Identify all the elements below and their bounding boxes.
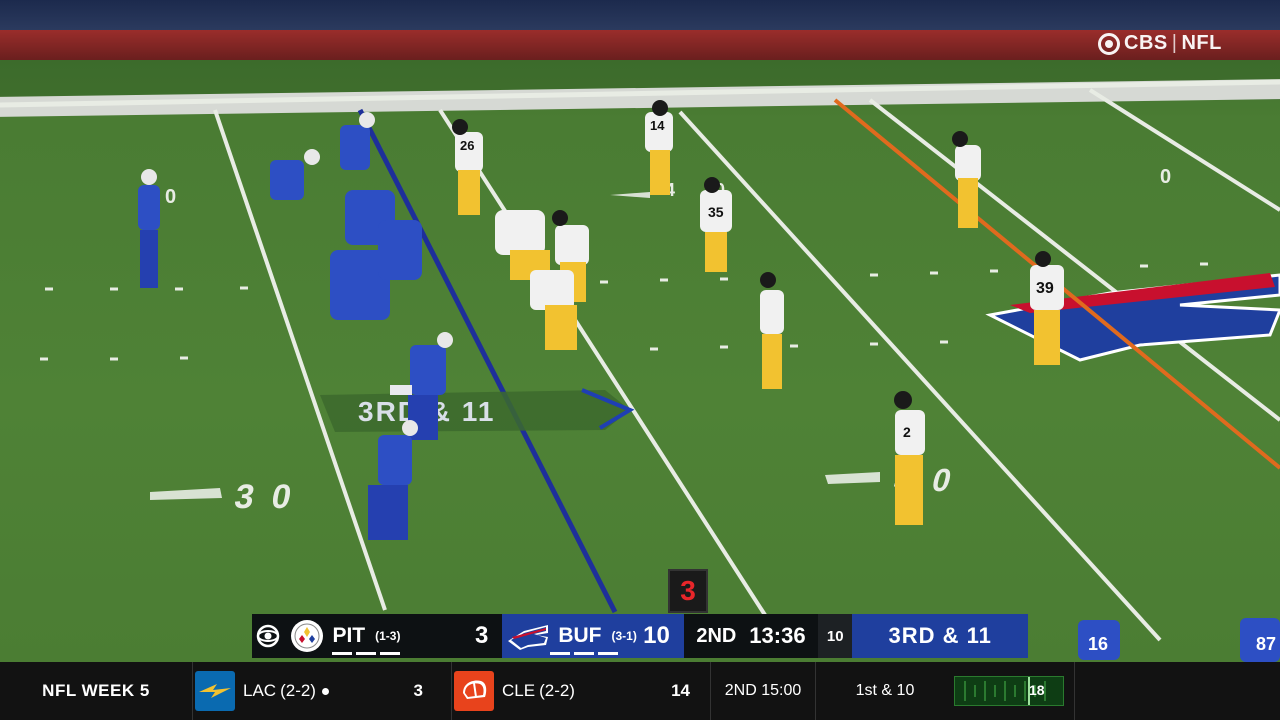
play-clock: 10: [818, 614, 853, 658]
home-team-score: 10: [643, 622, 670, 649]
ticker-away-record: (2-2): [280, 681, 316, 700]
network-watermark: CBS | NFL: [1098, 32, 1222, 55]
ticker-field-position: 18: [954, 676, 1064, 706]
ticker-home-team: CLE (2-2) 14: [452, 662, 710, 720]
game-clock-panel: 2ND 13:36: [683, 614, 819, 658]
home-team-panel: BUF (3-1) 10: [502, 614, 684, 658]
ticker-home-abbr: CLE: [502, 681, 536, 700]
score-bug-network: [252, 614, 285, 658]
cbs-eye-icon: [256, 624, 280, 648]
buffalo-pants: [390, 385, 412, 395]
league-label: NFL: [1181, 32, 1222, 54]
ticker-home-record: (2-2): [539, 681, 575, 700]
possession-indicator-icon: [321, 687, 329, 695]
cbs-eye-icon: [1098, 32, 1120, 55]
jersey-number: 2: [903, 424, 911, 440]
ticker-away-score: 3: [413, 681, 423, 700]
watermark-divider: |: [1171, 32, 1178, 54]
ticker-home-score: 14: [671, 681, 690, 700]
players-layer: [138, 100, 1280, 662]
ticker-down-distance: 1st & 10: [855, 682, 915, 699]
home-team-record: (3-1): [611, 629, 637, 643]
ticker-away-team: LAC (2-2) 3: [193, 662, 451, 720]
score-bug: PIT (1-3) 3 BUF (3-1) 10 2ND 13:36 10 3R…: [252, 614, 1029, 658]
ticker-divider: [1074, 662, 1075, 720]
ticker-yard-line: 18: [1029, 682, 1045, 698]
jersey-number: 39: [1036, 280, 1054, 297]
home-timeouts: [550, 652, 619, 655]
pittsburgh-players: [455, 112, 1064, 525]
jersey-number: 26: [460, 138, 475, 153]
jersey-number: 87: [1256, 634, 1277, 654]
mini-field-icon: [964, 677, 1046, 705]
player-helmets: [141, 100, 1051, 436]
jersey-number: 14: [650, 118, 665, 133]
chargers-logo-icon: [195, 671, 235, 711]
away-team-panel: PIT (1-3) 3: [284, 614, 503, 658]
quarter-label: 2ND: [696, 624, 737, 647]
away-team-abbr: PIT: [332, 624, 366, 647]
jersey-number: 16: [1088, 634, 1109, 654]
steelers-logo-icon: [291, 620, 324, 652]
bills-logo-icon: [508, 625, 549, 650]
down-marker-box: 3: [668, 569, 708, 613]
ticker-week-label: NFL WEEK 5: [42, 681, 150, 700]
football-field: 30 40 0 0 40 3RD & 11: [0, 0, 1280, 662]
game-clock: 13:36: [749, 623, 806, 648]
bottom-ticker: NFL WEEK 5 LAC (2-2) 3 CLE (2-2) 14 2ND …: [0, 662, 1280, 720]
ticker-game-status: 2ND 15:00: [724, 682, 802, 699]
home-team-abbr: BUF: [558, 624, 602, 647]
ticker-away-abbr: LAC: [243, 681, 277, 700]
browns-helmet-icon: [454, 671, 494, 711]
network-label: CBS: [1124, 32, 1168, 54]
away-team-record: (1-3): [375, 629, 401, 643]
jersey-number: 35: [708, 204, 724, 220]
away-team-score: 3: [474, 622, 489, 649]
away-timeouts: [332, 652, 401, 655]
down-and-distance: 3RD & 11: [852, 614, 1029, 658]
